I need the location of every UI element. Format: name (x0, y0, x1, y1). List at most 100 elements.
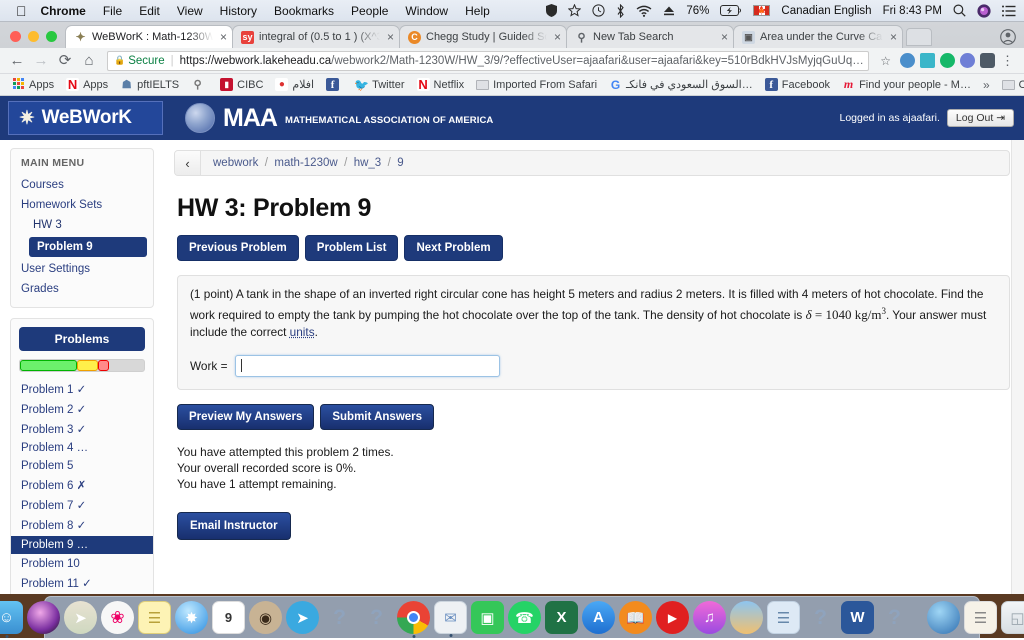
bluetooth-icon[interactable] (616, 4, 625, 18)
close-tab-icon[interactable]: × (385, 31, 394, 43)
youtube-icon[interactable]: ▶ (656, 601, 689, 634)
word-icon[interactable]: W (841, 601, 874, 634)
email-instructor-button[interactable]: Email Instructor (177, 512, 291, 540)
address-bar[interactable]: 🔒 Secure | https://webwork.lakeheadu.ca /… (107, 51, 869, 71)
breadcrumb-item-problem[interactable]: 9 (397, 157, 403, 169)
photos-icon[interactable]: ❀ (101, 601, 134, 634)
new-tab-button[interactable] (906, 28, 932, 46)
eject-icon[interactable] (663, 5, 675, 17)
tab-symbolab[interactable]: sy integral of (0.5 to 1 ) (X^3)/6 + × (232, 25, 400, 48)
home-button[interactable]: ⌂ (78, 53, 100, 68)
siri-icon[interactable] (27, 601, 60, 634)
app-store-icon[interactable]: A (582, 601, 615, 634)
menu-item-edit[interactable]: Edit (139, 4, 160, 18)
time-machine-icon[interactable] (592, 4, 605, 17)
tab-webwork[interactable]: ✦ WeBWorK : Math-1230W : HW × (65, 25, 233, 48)
work-answer-input[interactable] (235, 355, 500, 377)
bookmarks-overflow-button[interactable]: » (977, 78, 996, 92)
grid-extension-icon[interactable] (920, 53, 935, 68)
close-window-button[interactable] (10, 31, 21, 42)
problem-link-10[interactable]: Problem 10 (11, 555, 153, 573)
telegram-icon[interactable]: ➤ (286, 601, 319, 634)
excel-icon[interactable]: X (545, 601, 578, 634)
input-source-label[interactable]: Canadian English (781, 5, 871, 17)
maps-icon[interactable]: ➤ (64, 601, 97, 634)
pdf-app-icon[interactable] (730, 601, 763, 634)
grammarly-extension-icon[interactable] (940, 53, 955, 68)
menu-item-view[interactable]: View (177, 4, 203, 18)
notes-icon[interactable]: ☰ (138, 601, 171, 634)
breadcrumb-item-set[interactable]: hw_3 (354, 157, 382, 169)
reload-button[interactable]: ⟳ (54, 53, 76, 68)
bookmark-imported-from-safari[interactable]: Imported From Safari (470, 79, 603, 91)
bookmark-meetup[interactable]: m Find your people - M… (836, 78, 977, 91)
facetime-icon[interactable]: ▣ (471, 601, 504, 634)
problem-link-7[interactable]: Problem 7 ✓ (11, 495, 153, 515)
maa-logo[interactable]: MAA MATHEMATICAL ASSOCIATION OF AMERICA (185, 103, 493, 133)
problem-link-11[interactable]: Problem 11 ✓ (11, 573, 153, 593)
sidebar-item-user-settings[interactable]: User Settings (11, 259, 153, 279)
problem-link-6[interactable]: Problem 6 ✗ (11, 475, 153, 495)
sidebar-item-homework-sets[interactable]: Homework Sets (11, 195, 153, 215)
bookmark-star-icon[interactable]: ☆ (876, 54, 895, 68)
notification-center-icon[interactable] (1002, 5, 1016, 17)
bookmark-saudi-market[interactable]: G السوق السعودي في فانكـ… (603, 78, 759, 91)
unknown-app-3-icon[interactable]: ? (804, 601, 837, 634)
bookmark-pftielts[interactable]: ☗ pftIELTS (114, 78, 185, 91)
tab-new-tab-search[interactable]: ⚲ New Tab Search × (566, 25, 734, 48)
tab-chegg[interactable]: C Chegg Study | Guided Solution × (399, 25, 567, 48)
preview-my-answers-button[interactable]: Preview My Answers (177, 404, 314, 430)
bookmark-facebook-1[interactable]: f (320, 78, 349, 91)
calendar-icon[interactable]: 9 (212, 601, 245, 634)
bookmark-twitter[interactable]: 🐦 Twitter (349, 78, 410, 91)
itunes-icon[interactable]: ♫ (693, 601, 726, 634)
globe-folder-icon[interactable] (927, 601, 960, 634)
sidebar-item-courses[interactable]: Courses (11, 175, 153, 195)
previous-problem-button[interactable]: Previous Problem (177, 235, 299, 261)
unknown-app-4-icon[interactable]: ? (878, 601, 911, 634)
problem-link-9[interactable]: Problem 9 … (11, 536, 153, 554)
breadcrumb-item-course[interactable]: math-1230w (274, 157, 337, 169)
clock-extension-icon[interactable] (900, 53, 915, 68)
problem-link-1[interactable]: Problem 1 ✓ (11, 379, 153, 399)
problems-header-button[interactable]: Problems (19, 327, 145, 351)
menu-item-bookmarks[interactable]: Bookmarks (274, 4, 334, 18)
sidebar-item-hw-3[interactable]: HW 3 (11, 215, 153, 235)
chevron-left-icon[interactable]: ‹ (175, 150, 201, 176)
bookmark-search[interactable]: ⚲ (185, 78, 214, 91)
menu-item-help[interactable]: Help (465, 4, 490, 18)
back-button[interactable]: ← (6, 53, 28, 68)
menu-item-file[interactable]: File (103, 4, 122, 18)
finder-icon[interactable]: ☺ (0, 601, 23, 634)
search-icon[interactable] (953, 4, 966, 17)
menu-bar-clock[interactable]: Fri 8:43 PM (883, 5, 942, 17)
preview-icon[interactable]: ☰ (767, 601, 800, 634)
next-problem-button[interactable]: Next Problem (404, 235, 502, 261)
close-tab-icon[interactable]: × (552, 31, 561, 43)
kebab-menu-icon[interactable]: ⋮ (997, 53, 1018, 69)
submit-answers-button[interactable]: Submit Answers (320, 404, 434, 430)
safari-icon[interactable]: ✸ (175, 601, 208, 634)
sidebar-item-grades[interactable]: Grades (11, 279, 153, 299)
close-tab-icon[interactable]: × (218, 31, 227, 43)
window-controls[interactable] (6, 31, 65, 48)
shield-icon[interactable] (546, 4, 557, 17)
siri-icon[interactable] (977, 4, 991, 18)
bookmark-netflix-apps[interactable]: N Apps (60, 78, 114, 91)
forward-button[interactable]: → (30, 53, 52, 68)
ibooks-icon[interactable]: 📖 (619, 601, 652, 634)
sidebar-item-problem-9[interactable]: Problem 9 (29, 237, 147, 257)
problem-link-8[interactable]: Problem 8 ✓ (11, 515, 153, 535)
bookmark-other-bookmarks[interactable]: Other Bookmarks (996, 79, 1024, 91)
menu-item-history[interactable]: History (220, 4, 257, 18)
menu-item-window[interactable]: Window (405, 4, 448, 18)
minimize-window-button[interactable] (28, 31, 39, 42)
logout-button[interactable]: Log Out ⇥ (947, 109, 1014, 127)
photo-booth-icon[interactable]: ◉ (249, 601, 282, 634)
whatsapp-icon[interactable]: ☎ (508, 601, 541, 634)
wifi-icon[interactable] (636, 5, 652, 17)
close-tab-icon[interactable]: × (719, 31, 728, 43)
bookmark-facebook-2[interactable]: f Facebook (759, 78, 836, 91)
webwork-logo[interactable]: ✷ WeBWorK (8, 101, 163, 135)
unknown-app-2-icon[interactable]: ? (360, 601, 393, 634)
